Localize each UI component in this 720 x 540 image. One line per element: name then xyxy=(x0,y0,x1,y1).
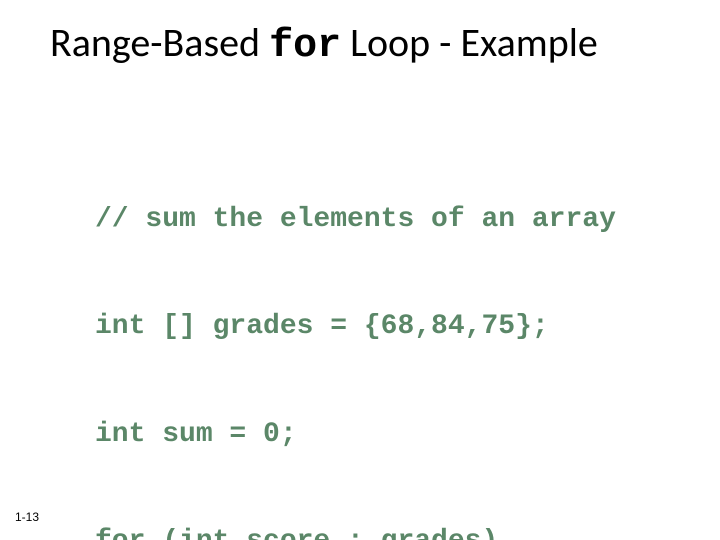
code-block: // sum the elements of an array int [] g… xyxy=(95,130,616,540)
code-line-1: // sum the elements of an array xyxy=(95,202,616,238)
code-line-3: int sum = 0; xyxy=(95,417,616,453)
code-line-2: int [] grades = {68,84,75}; xyxy=(95,309,616,345)
slide-title: Range-Based for Loop - Example xyxy=(50,20,690,70)
title-keyword-for: for xyxy=(269,24,341,69)
page-number: 1-13 xyxy=(15,510,39,524)
code-line-4: for (int score : grades) xyxy=(95,524,616,540)
title-text-post: Loop - Example xyxy=(341,18,598,67)
slide: Range-Based for Loop - Example // sum th… xyxy=(0,0,720,540)
title-text-pre: Range-Based xyxy=(50,18,269,67)
